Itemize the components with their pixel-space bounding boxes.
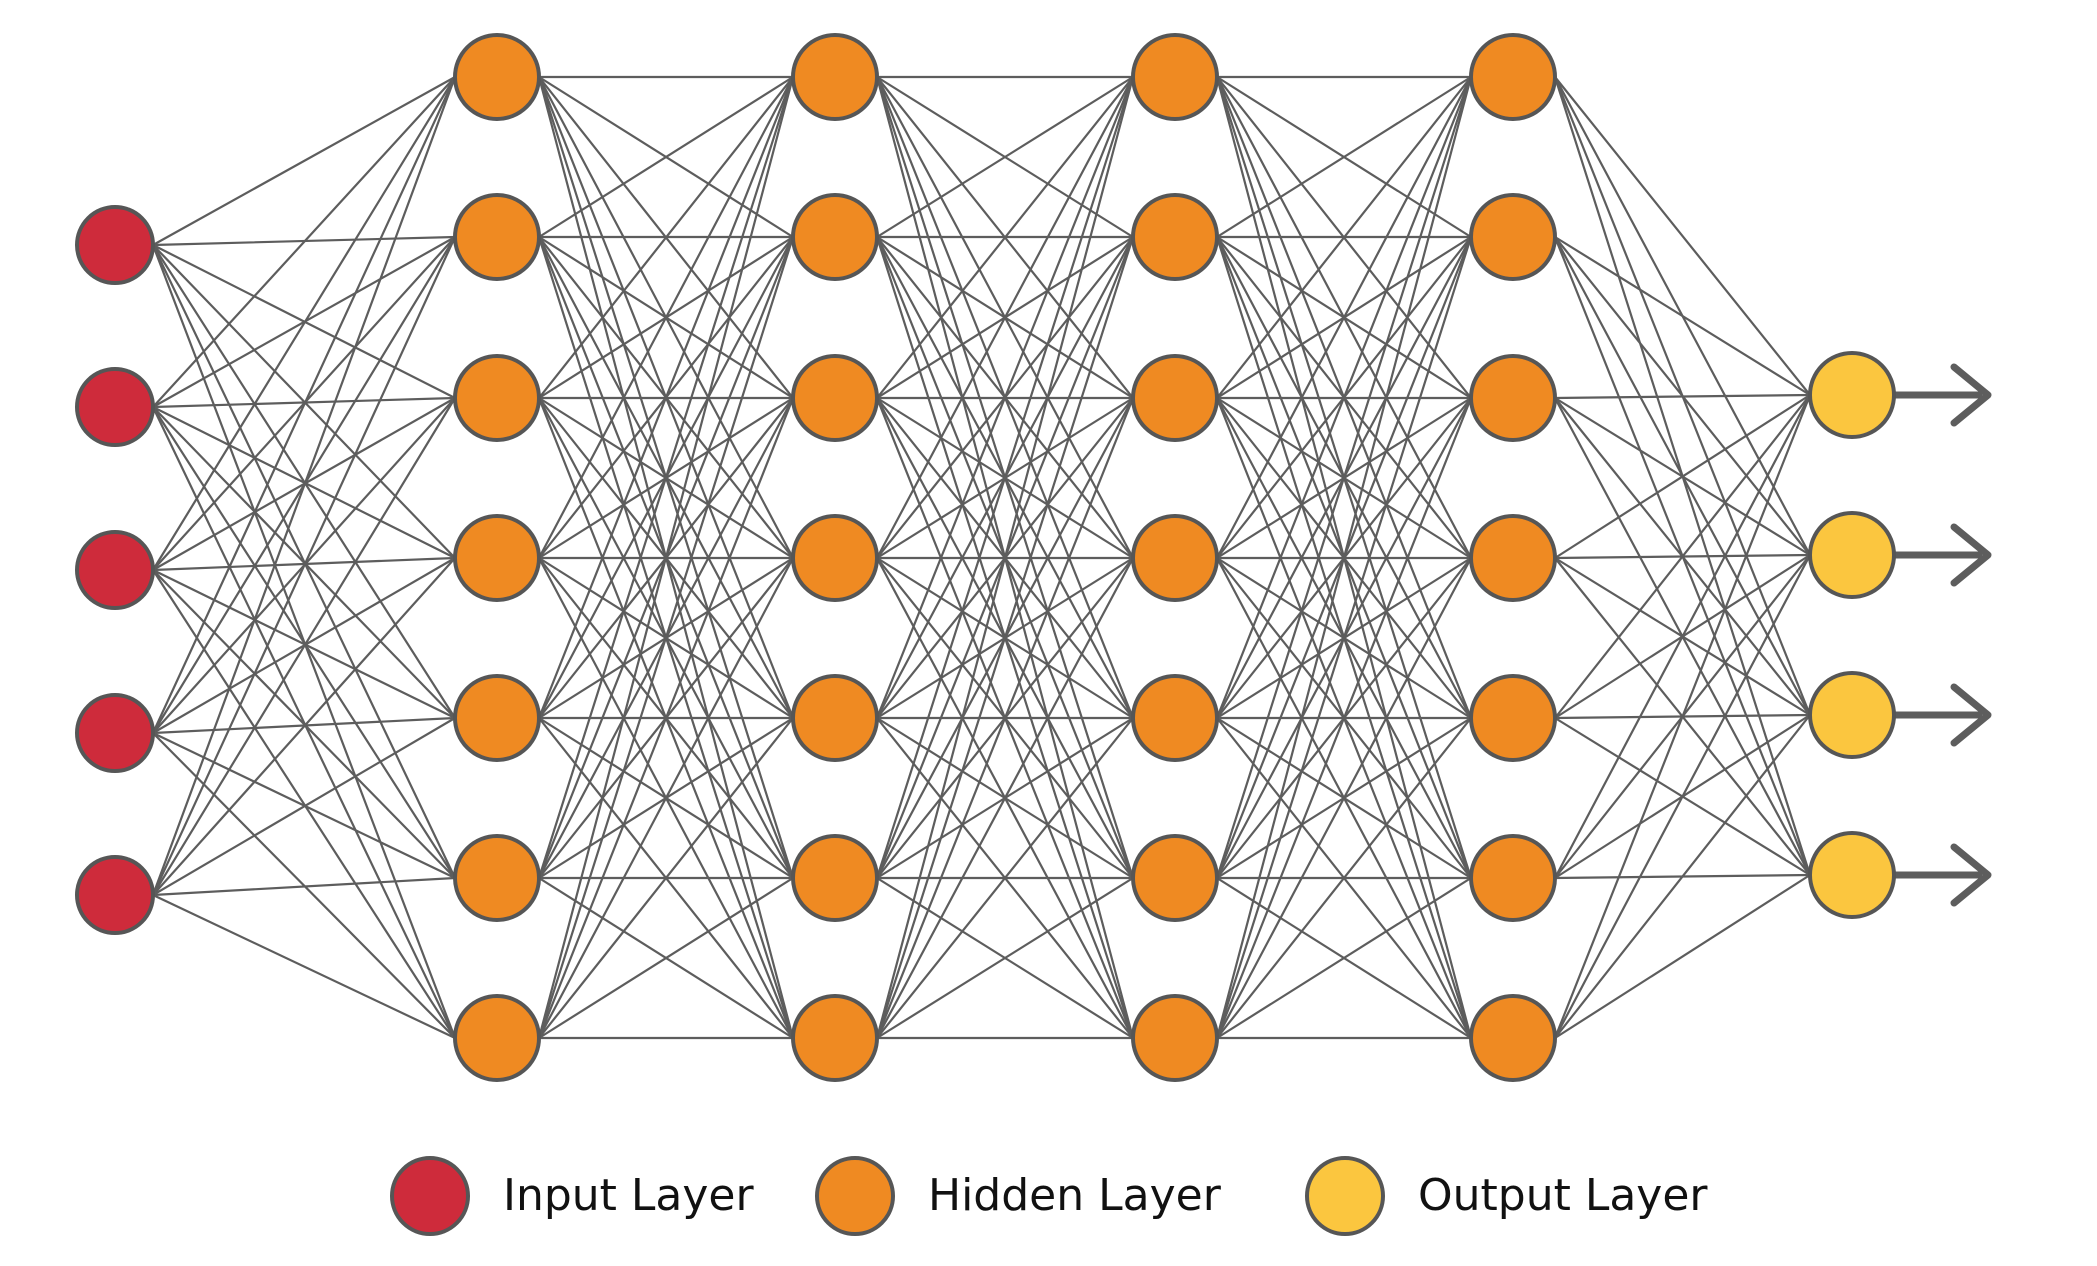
- node-hidden4-5[interactable]: Hidden Layer 4 — neuron 5: [1469, 674, 1557, 762]
- connection-edge: [151, 75, 457, 247]
- node-input-3[interactable]: Input Layer — neuron 3: [75, 530, 155, 610]
- node-output-3[interactable]: Output Layer — neuron 3: [1808, 671, 1896, 759]
- legend-hidden-label: Hidden Layer: [928, 1170, 1222, 1221]
- legend-input-label: Input Layer: [503, 1170, 755, 1221]
- connection-edges-group: [151, 75, 1812, 1040]
- connection-edge: [151, 876, 457, 897]
- node-hidden1-5[interactable]: Hidden Layer 1 — neuron 5: [453, 674, 541, 762]
- node-hidden1-2[interactable]: Hidden Layer 1 — neuron 2: [453, 193, 541, 281]
- node-output-1[interactable]: Output Layer — neuron 1: [1808, 351, 1896, 439]
- legend-input-swatch: [390, 1156, 470, 1236]
- node-hidden2-3[interactable]: Hidden Layer 2 — neuron 3: [791, 354, 879, 442]
- connection-edge: [151, 568, 457, 720]
- node-hidden1-1[interactable]: Hidden Layer 1 — neuron 1: [453, 33, 541, 121]
- node-hidden4-1[interactable]: Hidden Layer 4 — neuron 1: [1469, 33, 1557, 121]
- node-hidden4-4[interactable]: Hidden Layer 4 — neuron 4: [1469, 514, 1557, 602]
- connection-edge: [1553, 553, 1812, 1040]
- legend-output-swatch: [1305, 1156, 1385, 1236]
- connection-edge: [1553, 393, 1812, 400]
- connection-edge: [151, 405, 457, 560]
- connection-edge: [1553, 235, 1812, 397]
- connection-edge: [151, 75, 457, 897]
- node-hidden2-1[interactable]: Hidden Layer 2 — neuron 1: [791, 33, 879, 121]
- node-hidden3-7[interactable]: Hidden Layer 3 — neuron 7: [1131, 994, 1219, 1082]
- connection-edge: [1553, 75, 1812, 397]
- legend-output-label: Output Layer: [1418, 1170, 1708, 1221]
- node-hidden3-5[interactable]: Hidden Layer 3 — neuron 5: [1131, 674, 1219, 762]
- node-hidden2-4[interactable]: Hidden Layer 2 — neuron 4: [791, 514, 879, 602]
- node-hidden3-2[interactable]: Hidden Layer 3 — neuron 2: [1131, 193, 1219, 281]
- connection-edge: [1553, 873, 1812, 1040]
- node-hidden2-2[interactable]: Hidden Layer 2 — neuron 2: [791, 193, 879, 281]
- node-hidden2-7[interactable]: Hidden Layer 2 — neuron 7: [791, 994, 879, 1082]
- connection-edge: [151, 75, 457, 572]
- node-output-4[interactable]: Output Layer — neuron 4: [1808, 831, 1896, 919]
- node-hidden4-7[interactable]: Hidden Layer 4 — neuron 7: [1469, 994, 1557, 1082]
- node-hidden3-4[interactable]: Hidden Layer 3 — neuron 4: [1131, 514, 1219, 602]
- node-hidden1-3[interactable]: Hidden Layer 1 — neuron 3: [453, 354, 541, 442]
- neural-network-diagram: Input Layer — neuron 1 Input Layer — neur…: [0, 0, 2097, 1266]
- connection-edge: [151, 75, 457, 409]
- node-hidden4-6[interactable]: Hidden Layer 4 — neuron 6: [1469, 834, 1557, 922]
- connection-edge: [151, 405, 457, 720]
- node-output-2[interactable]: Output Layer — neuron 2: [1808, 511, 1896, 599]
- node-hidden3-3[interactable]: Hidden Layer 3 — neuron 3: [1131, 354, 1219, 442]
- node-input-5[interactable]: Input Layer — neuron 5: [75, 855, 155, 935]
- node-hidden2-5[interactable]: Hidden Layer 2 — neuron 5: [791, 674, 879, 762]
- connection-edge: [1553, 393, 1812, 560]
- node-input-4[interactable]: Input Layer — neuron 4: [75, 693, 155, 773]
- legend: Input Layer Hidden Layer Output Layer: [390, 1156, 1708, 1236]
- node-hidden4-2[interactable]: Hidden Layer 4 — neuron 2: [1469, 193, 1557, 281]
- node-hidden1-4[interactable]: Hidden Layer 1 — neuron 4: [453, 514, 541, 602]
- connection-edge: [151, 568, 457, 880]
- node-hidden1-7[interactable]: Hidden Layer 1 — neuron 7: [453, 994, 541, 1082]
- node-hidden3-1[interactable]: Hidden Layer 3 — neuron 1: [1131, 33, 1219, 121]
- node-input-2[interactable]: Input Layer — neuron 2: [75, 367, 155, 447]
- node-hidden3-6[interactable]: Hidden Layer 3 — neuron 6: [1131, 834, 1219, 922]
- output-arrows-group: [1894, 363, 1992, 907]
- connection-edge: [151, 556, 457, 897]
- connection-edge: [151, 235, 457, 897]
- network-canvas: Input Layer — neuron 1 Input Layer — neur…: [75, 33, 1992, 1236]
- node-hidden2-6[interactable]: Hidden Layer 2 — neuron 6: [791, 834, 879, 922]
- legend-hidden-swatch: [815, 1156, 895, 1236]
- node-hidden1-6[interactable]: Hidden Layer 1 — neuron 6: [453, 834, 541, 922]
- node-input-1[interactable]: Input Layer — neuron 1: [75, 205, 155, 285]
- node-hidden4-3[interactable]: Hidden Layer 4 — neuron 3: [1469, 354, 1557, 442]
